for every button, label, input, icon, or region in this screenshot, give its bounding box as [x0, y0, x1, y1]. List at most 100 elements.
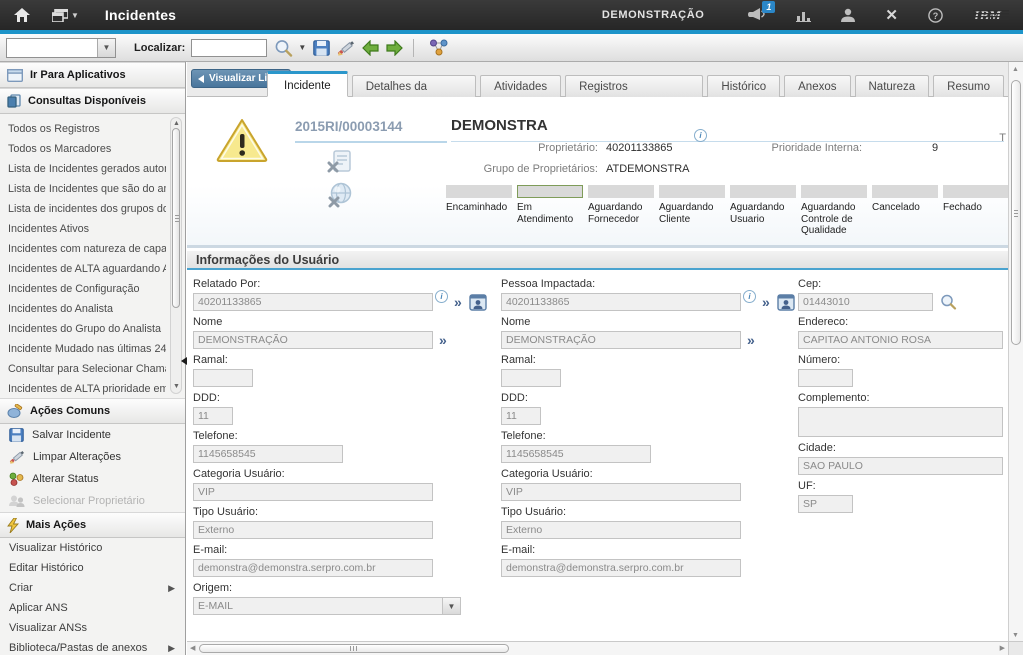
status-step-bar: [446, 185, 512, 198]
query-item[interactable]: Lista de Incidentes gerados automatic...: [0, 159, 166, 179]
query-item[interactable]: Incidentes do Grupo do Analista: [0, 319, 166, 339]
tab[interactable]: Incidente: [267, 71, 348, 97]
action-view-slas[interactable]: Visualizar ANSs: [0, 618, 185, 638]
scroll-down-icon[interactable]: ▼: [173, 383, 180, 391]
vertical-scrollbar[interactable]: ▲ ▼: [1008, 62, 1023, 641]
person-card-icon[interactable]: [777, 294, 795, 311]
field-input[interactable]: [501, 369, 561, 387]
scroll-right-icon[interactable]: ▶: [1000, 644, 1005, 652]
action-attachment-library[interactable]: Biblioteca/Pastas de anexos▶: [0, 638, 185, 655]
previous-record-icon[interactable]: [362, 40, 379, 56]
search-icon[interactable]: [274, 39, 293, 57]
field-input[interactable]: [798, 369, 853, 387]
help-icon[interactable]: ?: [928, 8, 943, 23]
search-options-caret[interactable]: ▼: [298, 43, 306, 52]
tab[interactable]: Detalhes da Solução: [352, 75, 476, 97]
announcements-icon[interactable]: 1: [748, 8, 766, 22]
sidebar-header-common-actions[interactable]: Ações Comuns: [0, 398, 185, 424]
field-input[interactable]: [193, 597, 443, 615]
action-clear-changes[interactable]: Limpar Alterações: [0, 446, 185, 468]
query-item[interactable]: Incidentes de ALTA aguardando Anál...: [0, 259, 166, 279]
tab[interactable]: Natureza: [855, 75, 930, 97]
detail-menu-icon[interactable]: »: [439, 333, 447, 347]
query-item[interactable]: Todos os Marcadores: [0, 139, 166, 159]
field-input[interactable]: [193, 483, 433, 501]
tab[interactable]: Histórico: [707, 75, 780, 97]
detail-menu-icon[interactable]: »: [747, 333, 755, 347]
info-icon[interactable]: i: [435, 290, 448, 303]
query-item[interactable]: Consultar para Selecionar Chamado...: [0, 359, 166, 379]
query-item[interactable]: Incidentes de Configuração: [0, 279, 166, 299]
magnifier-icon[interactable]: [940, 294, 957, 310]
next-record-icon[interactable]: [386, 40, 403, 56]
app-switcher-icon[interactable]: ▼: [52, 9, 79, 22]
field-input[interactable]: [501, 521, 741, 539]
query-item[interactable]: Incidentes Ativos: [0, 219, 166, 239]
info-icon[interactable]: i: [743, 290, 756, 303]
find-input[interactable]: [191, 39, 267, 57]
sidebar-scrollbar-thumb[interactable]: [172, 128, 180, 308]
home-icon[interactable]: [14, 8, 30, 22]
action-save-incident[interactable]: Salvar Incidente: [0, 424, 185, 446]
clear-changes-icon[interactable]: [337, 40, 355, 56]
info-icon[interactable]: i: [694, 129, 707, 142]
scroll-left-icon[interactable]: ◀: [190, 644, 195, 652]
field-input[interactable]: [193, 445, 343, 463]
field-input[interactable]: [193, 407, 233, 425]
reports-icon[interactable]: [796, 9, 811, 22]
scroll-up-icon[interactable]: ▲: [1012, 66, 1019, 73]
save-icon[interactable]: [313, 40, 330, 56]
horizontal-scrollbar-thumb[interactable]: [199, 644, 509, 653]
field-input[interactable]: [501, 559, 741, 577]
tab[interactable]: Registros Relacionados: [565, 75, 703, 97]
horizontal-scrollbar[interactable]: ◀ ▶: [187, 641, 1008, 655]
field-input[interactable]: [501, 331, 741, 349]
dropdown-arrow-icon[interactable]: ▼: [443, 597, 461, 615]
scroll-up-icon[interactable]: ▲: [173, 120, 180, 128]
field-input[interactable]: [193, 369, 253, 387]
person-card-icon[interactable]: [469, 294, 487, 311]
query-item[interactable]: Lista de incidentes dos grupos do an...: [0, 199, 166, 219]
field-input[interactable]: [798, 331, 1003, 349]
query-item[interactable]: Incidentes com natureza de capacidade: [0, 239, 166, 259]
field-input[interactable]: [798, 293, 933, 311]
detail-menu-icon[interactable]: »: [762, 295, 770, 309]
tab[interactable]: Atividades: [480, 75, 561, 97]
action-apply-sla[interactable]: Aplicar ANS: [0, 598, 185, 618]
detail-menu-icon[interactable]: »: [454, 295, 462, 309]
action-change-status[interactable]: Alterar Status: [0, 468, 185, 490]
query-item[interactable]: Incidente Mudado nas últimas 24 horas: [0, 339, 166, 359]
sidebar-header-more-actions[interactable]: Mais Ações: [0, 512, 185, 538]
field-input[interactable]: [501, 407, 541, 425]
field-input[interactable]: [193, 521, 433, 539]
vertical-scrollbar-thumb[interactable]: [1011, 80, 1021, 345]
sidebar-header-queries[interactable]: Consultas Disponíveis: [0, 88, 185, 114]
tab[interactable]: Anexos: [784, 75, 850, 97]
query-item[interactable]: Todos os Registros: [0, 119, 166, 139]
status-step-label: Aguardando Cliente: [659, 202, 725, 225]
record-select-dropdown[interactable]: ▼: [6, 38, 116, 58]
field-input[interactable]: [501, 445, 651, 463]
action-view-history[interactable]: Visualizar Histórico: [0, 538, 185, 558]
sidebar-scrollbar[interactable]: ▲ ▼: [170, 117, 182, 394]
action-create[interactable]: Criar▶: [0, 578, 185, 598]
scroll-down-icon[interactable]: ▼: [1012, 632, 1019, 639]
field-input[interactable]: [193, 559, 433, 577]
field-input[interactable]: [501, 483, 741, 501]
field-input[interactable]: [193, 331, 433, 349]
tab[interactable]: Resumo: [933, 75, 1004, 97]
toolbar-separator: [413, 39, 414, 57]
field-input[interactable]: [501, 293, 741, 311]
action-edit-history[interactable]: Editar Histórico: [0, 558, 185, 578]
profile-icon[interactable]: [841, 8, 855, 22]
workflow-icon[interactable]: [429, 39, 449, 56]
query-item[interactable]: Incidentes do Analista: [0, 299, 166, 319]
signout-icon[interactable]: ✕: [885, 8, 898, 23]
query-item[interactable]: Incidentes de ALTA prioridade em AT: [0, 379, 166, 398]
field-input[interactable]: [798, 495, 853, 513]
field-input[interactable]: [798, 407, 1003, 437]
query-item[interactable]: Lista de Incidentes que são do analist..…: [0, 179, 166, 199]
field-input[interactable]: [798, 457, 1003, 475]
sidebar-header-goto[interactable]: Ir Para Aplicativos: [0, 62, 185, 88]
field-input[interactable]: [193, 293, 433, 311]
